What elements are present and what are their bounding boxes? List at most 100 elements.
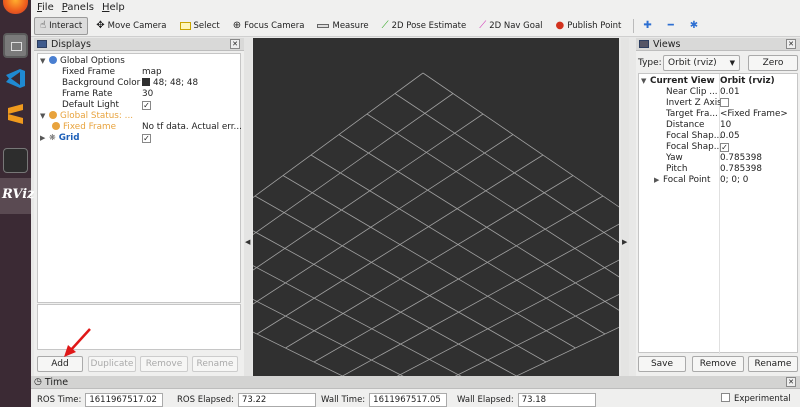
publish-point-tool[interactable]: ● Publish Point <box>551 17 627 35</box>
nav-goal-tool[interactable]: ⟋ 2D Nav Goal <box>474 17 547 35</box>
remove-tool-button[interactable]: ━ <box>663 17 682 35</box>
experimental-field[interactable]: Experimental <box>721 393 791 404</box>
terminal-icon[interactable] <box>3 148 28 173</box>
select-label: Select <box>193 20 220 31</box>
focal-shape-checkbox[interactable]: ✓ <box>720 142 729 153</box>
property-value[interactable]: 0.05 <box>720 131 740 142</box>
default-light-checkbox[interactable]: ✓ <box>142 100 151 111</box>
menu-panels[interactable]: Panels <box>62 2 94 13</box>
property-key: Distance <box>666 120 705 130</box>
tree-row-invert-z[interactable]: Invert Z Axis <box>666 98 796 109</box>
tree-row-grid[interactable]: ▶ ❋ Grid ✓ <box>40 133 240 144</box>
background-color-value[interactable]: 48; 48; 48 <box>142 78 198 89</box>
property-value[interactable]: 0.01 <box>720 87 740 98</box>
tree-row-frame-rate[interactable]: Frame Rate 30 <box>62 89 240 100</box>
tree-row-focal-shape-fixed[interactable]: Focal Shap... ✓ <box>666 142 796 153</box>
firefox-icon[interactable] <box>3 0 28 14</box>
select-icon <box>179 21 191 30</box>
default-light-key: Default Light <box>62 100 119 110</box>
render-3d-view[interactable] <box>253 38 619 376</box>
measure-tool[interactable]: Measure <box>312 17 373 35</box>
checkmark-icon: ✓ <box>720 143 729 152</box>
tree-row-distance[interactable]: Distance 10 <box>666 120 796 131</box>
tree-row-near-clip[interactable]: Near Clip ... 0.01 <box>666 87 796 98</box>
tree-row-target-frame[interactable]: Target Fra... <Fixed Frame> <box>666 109 796 120</box>
duplicate-button[interactable]: Duplicate <box>88 356 136 372</box>
close-icon[interactable]: ✕ <box>786 377 796 387</box>
pose-estimate-tool[interactable]: ⟋ 2D Pose Estimate <box>377 17 472 35</box>
current-view-key: ▼ Current View <box>641 76 715 87</box>
remove-view-button[interactable]: Remove <box>692 356 744 372</box>
tree-row-background-color[interactable]: Background Color 48; 48; 48 <box>62 78 240 89</box>
expanded-arrow-icon[interactable]: ▼ <box>641 76 650 87</box>
frame-rate-value[interactable]: 30 <box>142 89 153 100</box>
property-key: Invert Z Axis <box>666 98 722 108</box>
rviz-icon[interactable]: RViz <box>2 187 35 202</box>
select-tool[interactable]: Select <box>175 17 225 35</box>
zero-button[interactable]: Zero <box>748 55 798 71</box>
wall-elapsed-input[interactable]: 73.18 <box>517 393 596 407</box>
views-tree[interactable]: ▼ Current View Orbit (rviz) Near Clip ...… <box>638 73 798 354</box>
wall-elapsed-label: Wall Elapsed: <box>457 395 514 405</box>
tree-row-default-light[interactable]: Default Light ✓ <box>62 100 240 111</box>
fixed-frame-value[interactable]: map <box>142 67 162 78</box>
collapse-right-icon[interactable]: ▶ <box>622 238 627 246</box>
view-type-select[interactable]: Orbit (rviz) ▼ <box>663 55 740 71</box>
tree-row-pitch[interactable]: Pitch 0.785398 <box>666 164 796 175</box>
displays-tree[interactable]: ▼ Global Options Fixed Frame map Backgrou… <box>37 53 242 303</box>
tree-row-current-view[interactable]: ▼ Current View Orbit (rviz) <box>641 76 797 87</box>
focal-point-value[interactable]: 0; 0; 0 <box>720 175 748 186</box>
left-splitter[interactable]: ◀ <box>244 38 252 376</box>
expanded-arrow-icon[interactable]: ▼ <box>40 111 49 122</box>
vscode-icon[interactable] <box>3 66 28 91</box>
tree-row-yaw[interactable]: Yaw 0.785398 <box>666 153 796 164</box>
gear-icon: ✱ <box>689 19 699 31</box>
property-value[interactable]: 10 <box>720 120 731 131</box>
collapsed-arrow-icon[interactable]: ▶ <box>40 133 49 144</box>
grid-icon: ❋ <box>49 133 56 142</box>
property-value[interactable]: <Fixed Frame> <box>720 109 788 120</box>
collapse-left-icon[interactable]: ◀ <box>245 238 250 246</box>
map-pin-icon: ● <box>555 19 565 31</box>
tree-row-fixed-frame[interactable]: Fixed Frame map <box>62 67 240 78</box>
tree-row-focal-shape-size[interactable]: Focal Shap... 0.05 <box>666 131 796 142</box>
rename-button[interactable]: Rename <box>192 356 238 372</box>
close-icon[interactable]: ✕ <box>786 39 796 49</box>
close-icon[interactable]: ✕ <box>230 39 240 49</box>
save-view-button[interactable]: Save <box>638 356 686 372</box>
right-splitter[interactable]: ▶ <box>621 38 629 376</box>
tool-properties-button[interactable]: ✱ <box>685 17 706 35</box>
grid-enabled-checkbox[interactable]: ✓ <box>142 133 151 144</box>
interact-tool[interactable]: ☝ Interact <box>34 16 89 35</box>
property-key: Near Clip ... <box>666 87 718 97</box>
toolbar-separator <box>633 18 635 33</box>
rename-view-button[interactable]: Rename <box>748 356 798 372</box>
pink-arrow-icon: ⟋ <box>479 19 487 31</box>
tree-row-focal-point[interactable]: ▶ Focal Point 0; 0; 0 <box>654 175 796 186</box>
tree-row-global-status[interactable]: ▼ Global Status: ... <box>40 111 133 122</box>
tree-row-status-fixed-frame[interactable]: Fixed Frame No tf data. Actual err... <box>52 122 242 133</box>
menu-help[interactable]: Help <box>102 2 125 13</box>
property-key: Focal Shap... <box>666 142 723 152</box>
menu-file[interactable]: File <box>37 2 54 13</box>
tree-row-global-options[interactable]: ▼ Global Options <box>40 56 125 67</box>
property-value[interactable]: 0.785398 <box>720 153 762 164</box>
collapsed-arrow-icon[interactable]: ▶ <box>654 175 663 186</box>
displays-title-bar: Displays ✕ <box>34 38 244 51</box>
remove-button[interactable]: Remove <box>140 356 188 372</box>
wall-time-input[interactable]: 1611967517.05 <box>369 393 448 407</box>
sublime-icon[interactable] <box>3 102 28 127</box>
move-camera-tool[interactable]: ✥ Move Camera <box>91 17 171 35</box>
grid-line <box>253 331 344 376</box>
global-status-label: Global Status: ... <box>60 111 134 121</box>
property-value[interactable]: 0.785398 <box>720 164 762 175</box>
plus-icon: ✚ <box>643 19 652 31</box>
ros-elapsed-input[interactable]: 73.22 <box>237 393 316 407</box>
expanded-arrow-icon[interactable]: ▼ <box>40 56 49 67</box>
experimental-checkbox[interactable] <box>721 393 730 402</box>
add-tool-button[interactable]: ✚ <box>638 17 659 35</box>
files-icon[interactable] <box>3 33 28 58</box>
background-color-key: Background Color <box>62 78 141 88</box>
ros-time-input[interactable]: 1611967517.02 <box>85 393 164 407</box>
focus-camera-tool[interactable]: ⊕ Focus Camera <box>228 17 310 35</box>
